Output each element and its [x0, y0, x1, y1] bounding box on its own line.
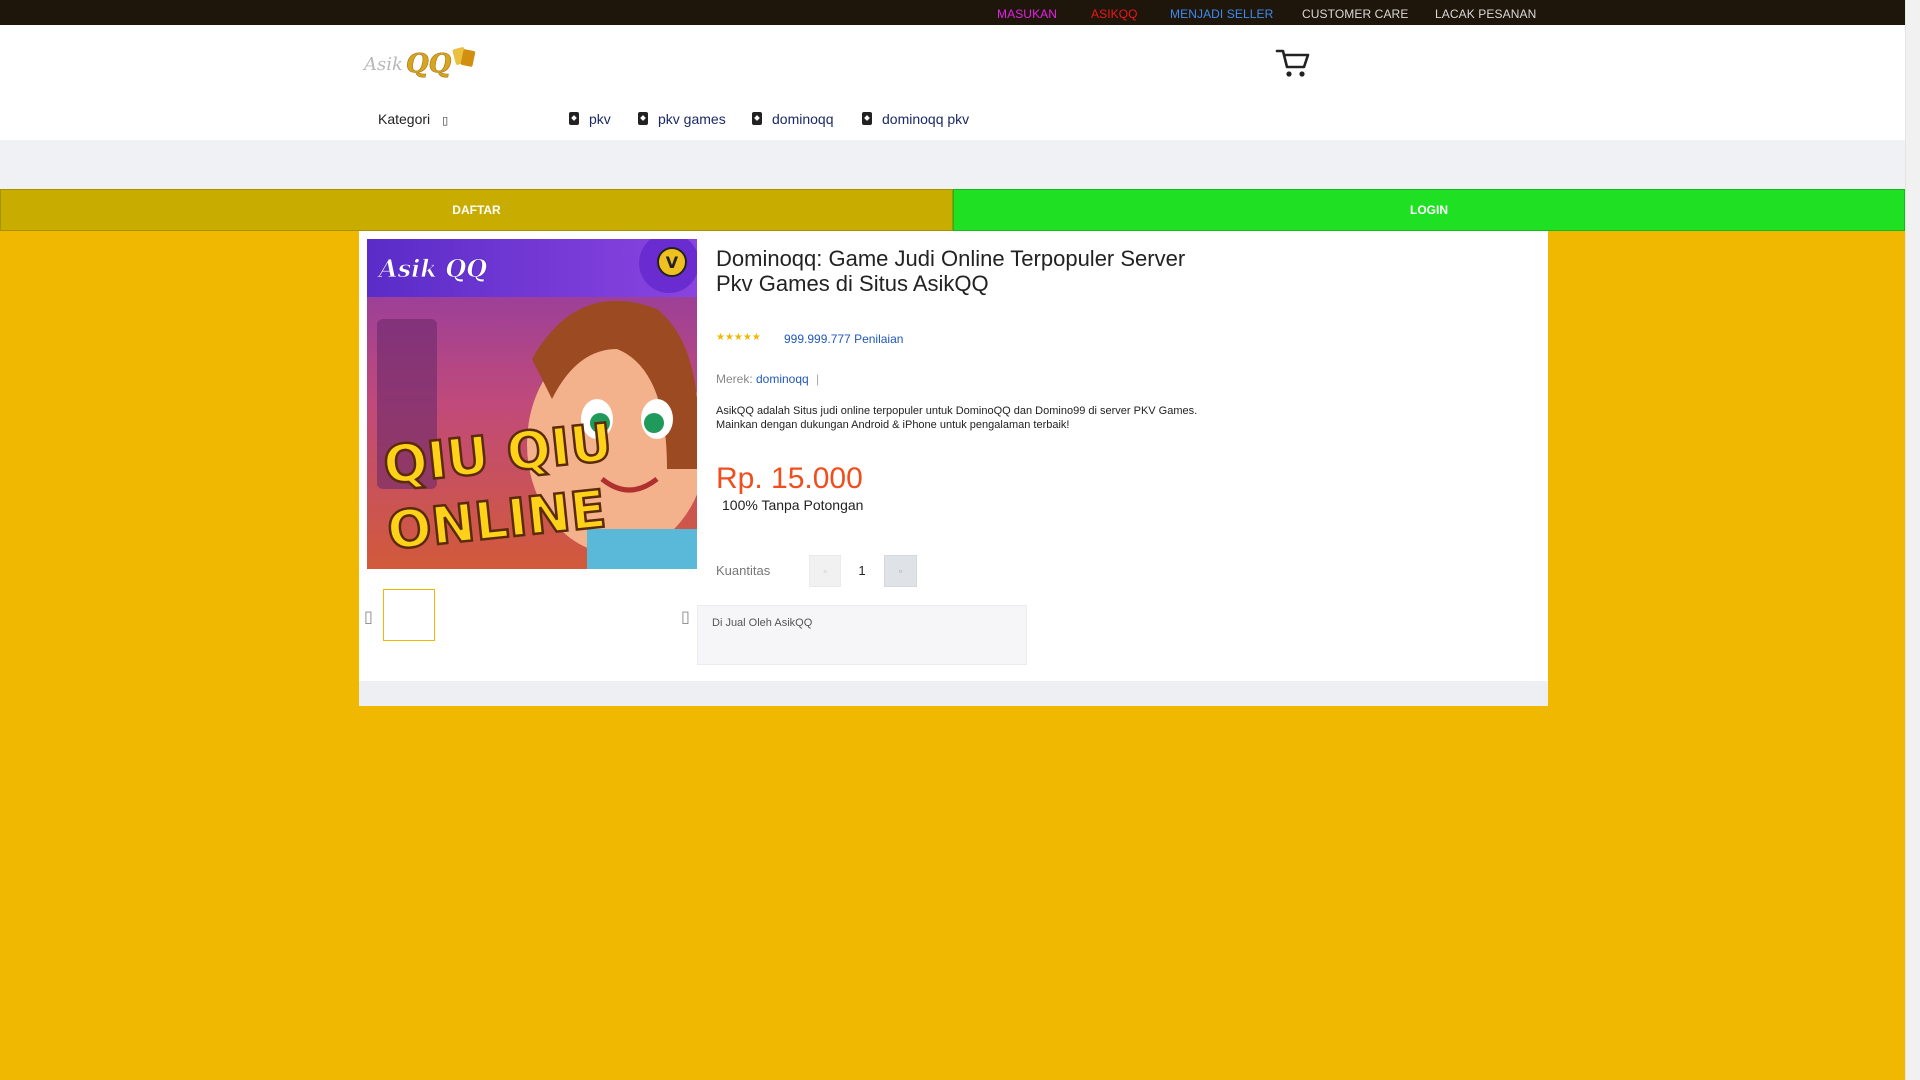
chevron-down-icon: ▯ — [442, 115, 449, 127]
thumbnail-prev-icon[interactable]: ▯ — [364, 607, 373, 627]
kategori-dropdown[interactable]: Kategori ▯ — [378, 111, 448, 127]
nav-item-label: dominoqq pkv — [882, 111, 970, 127]
lacak-pesanan-link[interactable]: LACAK PESANAN — [1435, 7, 1536, 21]
nav-item-label: pkv games — [658, 111, 726, 127]
nav-item-label: pkv — [589, 111, 611, 127]
thumbnail-next-icon[interactable]: ▯ — [681, 607, 690, 627]
card-icon — [862, 112, 872, 125]
quantity-decrement-button[interactable]: ▫ — [809, 555, 841, 587]
quantity-label: Kuantitas — [716, 563, 771, 578]
nav-item-pkv[interactable]: pkv — [569, 111, 611, 127]
card-icon — [569, 112, 579, 125]
customer-care-link[interactable]: CUSTOMER CARE — [1302, 7, 1408, 21]
site-header: Asik QQ Kategori ▯ pkv pkv games dominoqq… — [0, 25, 1905, 140]
header-band — [0, 140, 1905, 189]
product-title: Dominoqq: Game Judi Online Terpopuler Se… — [716, 246, 1186, 296]
thumbnail-item[interactable] — [383, 589, 435, 641]
card-icon — [752, 112, 762, 125]
image-brand-text: Asik QQ — [377, 254, 487, 283]
rating-stars: ★★★★★ — [716, 332, 761, 343]
product-card-footer — [359, 681, 1548, 706]
nav-item-label: dominoqq — [772, 111, 834, 127]
card-icon — [638, 112, 648, 125]
nav-item-pkv-games[interactable]: pkv games — [638, 111, 726, 127]
masukan-link[interactable]: MASUKAN — [997, 7, 1057, 21]
quantity-input[interactable] — [846, 555, 878, 587]
nav-item-dominoqq-pkv[interactable]: dominoqq pkv — [862, 111, 969, 127]
rating-count-link[interactable]: 999.999.777 Penilaian — [784, 332, 903, 346]
seller-info-box — [697, 605, 1027, 665]
top-bar: MASUKAN ASIKQQ MENJADI SELLER CUSTOMER C… — [0, 0, 1905, 25]
vertical-scrollbar[interactable] — [1905, 0, 1920, 1080]
product-price: Rp. 15.000 — [716, 462, 863, 495]
brand-label: Merek: — [716, 372, 753, 386]
quantity-increment-button[interactable]: ▫ — [884, 555, 917, 587]
brand-separator: | — [816, 372, 820, 386]
asikqq-link[interactable]: ASIKQQ — [1091, 7, 1138, 21]
login-button[interactable]: LOGIN — [953, 189, 1905, 231]
vip-badge-text: V — [666, 253, 679, 272]
svg-text:QQ: QQ — [406, 49, 452, 79]
seller-note: Di Jual Oleh AsikQQ — [712, 617, 813, 629]
asikqq-logo[interactable]: Asik QQ — [362, 42, 484, 82]
brand-link[interactable]: dominoqq — [756, 372, 809, 386]
cart-icon[interactable] — [1275, 47, 1311, 79]
menjadi-seller-link[interactable]: MENJADI SELLER — [1170, 7, 1273, 21]
nav-item-dominoqq[interactable]: dominoqq — [752, 111, 834, 127]
product-image[interactable]: V Asik QQ QIU QIU ONLINE — [367, 239, 697, 569]
svg-text:Asik: Asik — [362, 54, 403, 75]
kategori-label: Kategori — [378, 111, 431, 127]
daftar-button[interactable]: DAFTAR — [0, 189, 953, 231]
product-description: AsikQQ adalah Situs judi online terpopul… — [716, 405, 1198, 431]
discount-note: 100% Tanpa Potongan — [722, 497, 864, 513]
